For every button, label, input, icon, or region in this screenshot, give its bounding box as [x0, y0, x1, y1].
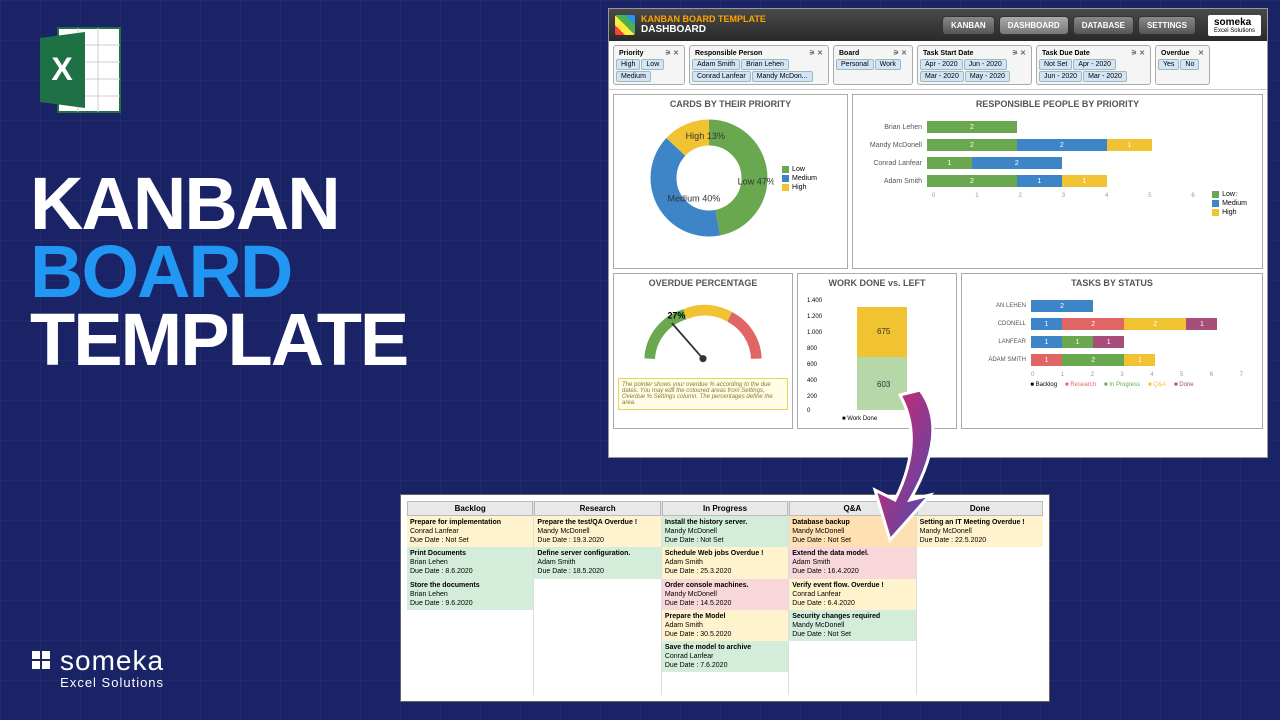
dashboard-template-title: KANBAN BOARD TEMPLATE [641, 15, 766, 24]
title-line-3: TEMPLATE [30, 306, 407, 374]
kanban-card[interactable]: Print DocumentsBrian LehenDue Date : 8.6… [407, 547, 533, 578]
svg-text:X: X [51, 51, 73, 87]
kanban-column-header: Research [534, 501, 660, 516]
svg-text:600: 600 [807, 362, 818, 368]
filter-overdue[interactable]: Overdue✕ YesNo [1155, 45, 1210, 85]
nav-database[interactable]: DATABASE [1073, 16, 1134, 35]
nav-settings[interactable]: SETTINGS [1138, 16, 1196, 35]
kanban-card[interactable]: Schedule Web jobs Overdue !Adam SmithDue… [662, 547, 788, 578]
kanban-card[interactable]: Prepare the ModelAdam SmithDue Date : 30… [662, 610, 788, 641]
svg-text:400: 400 [807, 378, 818, 384]
main-title: KANBAN BOARD TEMPLATE [30, 170, 407, 374]
filter-due-date[interactable]: Task Due Date⚞ ✕ Not SetApr - 2020Jun - … [1036, 45, 1151, 85]
kanban-column: ResearchPrepare the test/QA Overdue !Man… [534, 501, 661, 695]
kanban-card[interactable]: Extend the data model.Adam SmithDue Date… [789, 547, 915, 578]
kanban-card[interactable]: Prepare the test/QA Overdue !Mandy McDon… [534, 516, 660, 547]
kanban-card[interactable]: Save the model to archiveConrad LanfearD… [662, 641, 788, 672]
svg-text:1.400: 1.400 [807, 298, 823, 304]
svg-text:Low 47%: Low 47% [738, 177, 774, 187]
kanban-column-header: Backlog [407, 501, 533, 516]
chart-priority-donut: CARDS BY THEIR PRIORITY Low 47% Medium 4… [613, 94, 848, 269]
svg-text:1.200: 1.200 [807, 314, 823, 320]
kanban-column: BacklogPrepare for implementationConrad … [407, 501, 534, 695]
filter-start-date[interactable]: Task Start Date⚞ ✕ Apr - 2020Jun - 2020M… [917, 45, 1032, 85]
filter-priority[interactable]: Priority⚞ ✕ HighLowMedium [613, 45, 685, 85]
svg-text:27%: 27% [667, 311, 685, 321]
donut-chart: Low 47% Medium 40% High 13% [644, 113, 774, 243]
svg-text:Medium 40%: Medium 40% [667, 193, 720, 203]
svg-text:High 13%: High 13% [686, 131, 725, 141]
chart-people-priority: RESPONSIBLE PEOPLE BY PRIORITY Brian Leh… [852, 94, 1263, 269]
nav-dashboard[interactable]: DASHBOARD [999, 16, 1069, 35]
kanban-column-header: In Progress [662, 501, 788, 516]
kanban-card[interactable]: Security changes requiredMandy McDonellD… [789, 610, 915, 641]
chart-overdue-gauge: OVERDUE PERCENTAGE 27% The pointer shows… [613, 273, 793, 429]
title-line-1: KANBAN [30, 170, 407, 238]
chart-tasks-by-status: TASKS BY STATUS AN LEHEN2 CDONELL1221 LA… [961, 273, 1263, 429]
kanban-card[interactable]: Install the history server.Mandy McDonel… [662, 516, 788, 547]
kanban-card[interactable]: Store the documentsBrian LehenDue Date :… [407, 579, 533, 610]
dashboard-header: KANBAN BOARD TEMPLATE DASHBOARD KANBAN D… [609, 9, 1267, 41]
someka-logo: someka Excel Solutions [30, 645, 164, 690]
title-line-2: BOARD [30, 238, 407, 306]
svg-text:0: 0 [807, 408, 811, 414]
svg-text:800: 800 [807, 346, 818, 352]
svg-text:200: 200 [807, 394, 818, 400]
kanban-column: In ProgressInstall the history server.Ma… [662, 501, 789, 695]
filter-row: Priority⚞ ✕ HighLowMedium Responsible Pe… [609, 41, 1267, 90]
charts-row-1: CARDS BY THEIR PRIORITY Low 47% Medium 4… [609, 90, 1267, 273]
kanban-card[interactable]: Verify event flow. Overdue !Conrad Lanfe… [789, 579, 915, 610]
brand-sub: Excel Solutions [30, 675, 164, 690]
svg-text:675: 675 [877, 327, 891, 336]
someka-badge: someka Excel Solutions [1208, 15, 1261, 36]
filter-board[interactable]: Board⚞ ✕ PersonalWork [833, 45, 913, 85]
svg-text:1.000: 1.000 [807, 330, 823, 336]
kanban-card[interactable]: Order console machines.Mandy McDonellDue… [662, 579, 788, 610]
nav-kanban[interactable]: KANBAN [942, 16, 995, 35]
brand-name: someka [60, 645, 164, 677]
kanban-card[interactable]: Define server configuration.Adam SmithDu… [534, 547, 660, 578]
filter-person[interactable]: Responsible Person⚞ ✕ Adam SmithBrian Le… [689, 45, 829, 85]
dashboard-logo-icon [615, 15, 635, 35]
nav-buttons: KANBAN DASHBOARD DATABASE SETTINGS [942, 16, 1196, 35]
kanban-card[interactable]: Prepare for implementationConrad Lanfear… [407, 516, 533, 547]
arrow-icon [840, 380, 960, 550]
gauge-note: The pointer shows your overdue % accordi… [618, 378, 788, 410]
excel-icon: X [30, 20, 130, 120]
dashboard-page-title: DASHBOARD [641, 24, 766, 35]
